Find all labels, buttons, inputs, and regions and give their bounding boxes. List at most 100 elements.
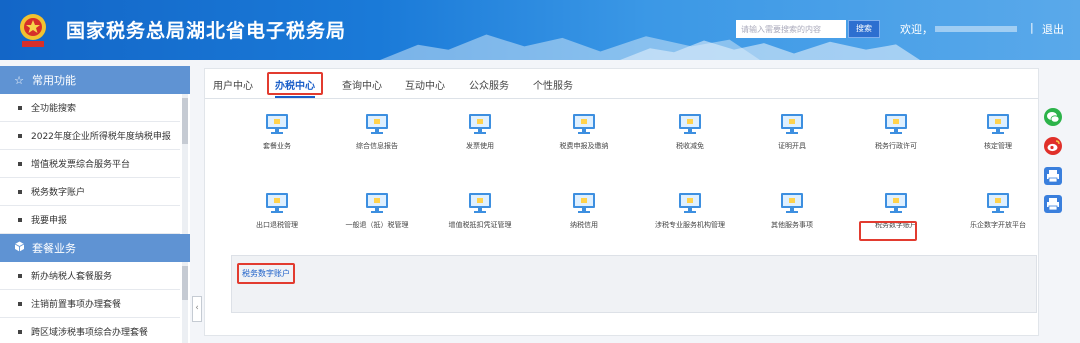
sidebar-item[interactable]: 跨区域涉税事项综合办理套餐 xyxy=(0,318,180,343)
sidebar-item[interactable]: 全功能搜索 xyxy=(0,94,180,122)
sidebar: ☆ 常用功能 全功能搜索 2022年度企业所得税年度纳税申报 增值税发票综合服务平台… xyxy=(0,66,190,343)
service-item[interactable]: 增值税抵扣凭证管理 xyxy=(425,192,535,230)
sidebar-item[interactable]: 我要申报 xyxy=(0,206,180,234)
monitor-icon xyxy=(529,192,639,214)
main-panel: 用户中心 办税中心 查询中心 互动中心 公众服务 个性服务 套餐业务 综合信息报告… xyxy=(204,68,1039,336)
service-item[interactable]: 出口退税管理 xyxy=(222,192,332,230)
service-item[interactable]: 综合信息报告 xyxy=(322,113,432,151)
tab-query-center[interactable]: 查询中心 xyxy=(342,77,382,92)
service-label: 一般退（抵）税管理 xyxy=(345,221,409,229)
sidebar-section-package[interactable]: 套餐业务 xyxy=(0,234,190,262)
sidebar-item[interactable]: 增值税发票综合服务平台 xyxy=(0,150,180,178)
service-label: 核定管理 xyxy=(984,142,1012,150)
scrollbar-thumb[interactable] xyxy=(182,266,188,300)
header-separator: | xyxy=(1030,21,1034,34)
sidebar-item[interactable]: 新办纳税人套餐服务 xyxy=(0,262,180,290)
monitor-icon xyxy=(635,192,745,214)
star-icon: ☆ xyxy=(14,73,24,87)
sidebar-scrollbar[interactable] xyxy=(182,94,188,234)
service-label: 证明开具 xyxy=(778,142,806,150)
service-item[interactable]: 一般退（抵）税管理 xyxy=(322,192,432,230)
package-service-list: 新办纳税人套餐服务注销前置事项办理套餐跨区域涉税事项综合办理套餐 xyxy=(0,262,190,343)
service-label: 套餐业务 xyxy=(263,142,291,150)
common-function-list: 全功能搜索 2022年度企业所得税年度纳税申报 增值税发票综合服务平台 税务数字账户我… xyxy=(0,94,190,234)
tab-personal-service[interactable]: 个性服务 xyxy=(533,77,573,92)
monitor-icon xyxy=(943,113,1053,135)
service-label: 其他服务事项 xyxy=(771,221,813,229)
service-item[interactable]: 其他服务事项 xyxy=(737,192,847,230)
tax-emblem-icon xyxy=(20,14,46,47)
monitor-icon xyxy=(222,113,332,135)
weibo-icon[interactable] xyxy=(1044,137,1062,155)
wechat-icon[interactable] xyxy=(1044,108,1062,126)
tax-digital-account-link[interactable]: 税务数字账户 xyxy=(237,263,295,284)
monitor-icon xyxy=(425,192,535,214)
section-title: 套餐业务 xyxy=(32,242,76,255)
search-input[interactable] xyxy=(736,20,846,38)
monitor-icon xyxy=(425,113,535,135)
monitor-icon xyxy=(737,192,847,214)
tab-user-center[interactable]: 用户中心 xyxy=(213,77,253,92)
service-item[interactable]: 乐企数字开放平台 xyxy=(943,192,1053,230)
monitor-icon xyxy=(841,113,951,135)
service-label: 出口退税管理 xyxy=(256,221,298,229)
section-title: 常用功能 xyxy=(32,74,76,87)
sidebar-item[interactable]: 税务数字账户 xyxy=(0,178,180,206)
service-label: 税务行政许可 xyxy=(875,142,917,150)
monitor-icon xyxy=(322,192,432,214)
sidebar-collapse-button[interactable]: ‹ xyxy=(192,296,202,322)
service-label: 综合信息报告 xyxy=(356,142,398,150)
monitor-icon xyxy=(322,113,432,135)
service-item[interactable]: 证明开具 xyxy=(737,113,847,151)
logout-link[interactable]: 退出 xyxy=(1042,21,1064,37)
service-label: 税费申报及缴纳 xyxy=(559,142,609,150)
masked-username xyxy=(935,26,1017,32)
bullet-icon xyxy=(18,189,22,194)
service-highlight xyxy=(859,221,917,241)
service-label: 税收减免 xyxy=(676,142,704,150)
top-header: 国家税务总局湖北省电子税务局 搜索 欢迎， | 退出 xyxy=(0,0,1080,60)
monitor-icon xyxy=(841,192,951,214)
service-label: 纳税信用 xyxy=(570,221,598,229)
monitor-icon xyxy=(635,113,745,135)
sidebar-item[interactable]: 注销前置事项办理套餐 xyxy=(0,290,180,318)
active-tab-highlight xyxy=(267,72,323,95)
monitor-icon xyxy=(737,113,847,135)
bullet-icon xyxy=(18,329,22,334)
monitor-icon xyxy=(222,192,332,214)
sidebar-item-label: 全功能搜索 xyxy=(31,104,77,114)
service-label: 乐企数字开放平台 xyxy=(970,221,1026,229)
bullet-icon xyxy=(18,301,22,306)
bullet-icon xyxy=(18,273,22,278)
bullet-icon xyxy=(18,217,22,222)
service-item[interactable]: 税收减免 xyxy=(635,113,745,151)
print-icon[interactable] xyxy=(1044,195,1062,213)
service-item[interactable]: 税费申报及缴纳 xyxy=(529,113,639,151)
sidebar-item-label: 2022年度企业所得税年度纳税申报 xyxy=(31,132,171,142)
tab-interaction-center[interactable]: 互动中心 xyxy=(405,77,445,92)
service-item[interactable]: 套餐业务 xyxy=(222,113,332,151)
sidebar-item-label: 跨区域涉税事项综合办理套餐 xyxy=(31,328,149,338)
service-item[interactable]: 发票使用 xyxy=(425,113,535,151)
sidebar-item[interactable]: 2022年度企业所得税年度纳税申报 xyxy=(0,122,180,150)
service-item[interactable]: 涉税专业服务机构管理 xyxy=(635,192,745,230)
sidebar-item-label: 增值税发票综合服务平台 xyxy=(31,160,131,170)
sidebar-item-label: 税务数字账户 xyxy=(31,188,86,198)
sidebar-item-label: 我要申报 xyxy=(31,216,68,226)
service-item[interactable]: 核定管理 xyxy=(943,113,1053,151)
tab-public-service[interactable]: 公众服务 xyxy=(469,77,509,92)
service-item[interactable]: 税务行政许可 xyxy=(841,113,951,151)
sidebar-item-label: 新办纳税人套餐服务 xyxy=(31,272,113,282)
sub-panel: 税务数字账户 xyxy=(231,255,1037,313)
print-icon[interactable] xyxy=(1044,167,1062,185)
service-item[interactable]: 纳税信用 xyxy=(529,192,639,230)
search-button[interactable]: 搜索 xyxy=(848,20,880,38)
service-label: 增值税抵扣凭证管理 xyxy=(448,221,512,229)
welcome-text: 欢迎， xyxy=(900,23,933,36)
bullet-icon xyxy=(18,133,22,138)
scrollbar-thumb[interactable] xyxy=(182,98,188,144)
bullet-icon xyxy=(18,161,22,166)
sidebar-section-common[interactable]: ☆ 常用功能 xyxy=(0,66,190,94)
sidebar-scrollbar[interactable] xyxy=(182,262,188,343)
service-label: 发票使用 xyxy=(466,142,494,150)
